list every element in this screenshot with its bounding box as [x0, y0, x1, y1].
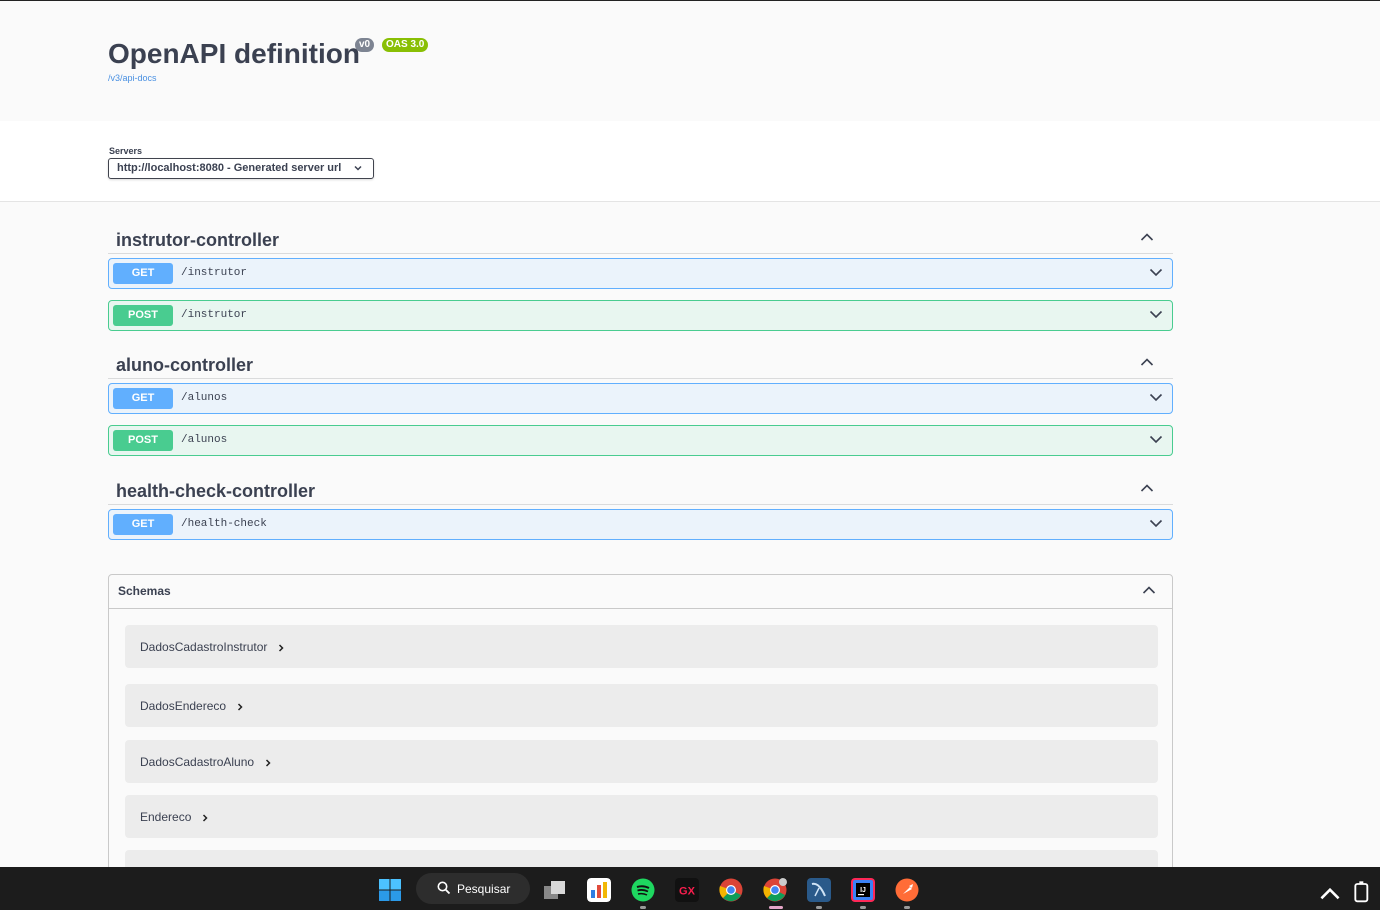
running-indicator [640, 906, 646, 909]
chevron-down-icon[interactable] [1149, 518, 1163, 528]
tag-health-check-controller[interactable]: health-check-controller [108, 471, 1173, 505]
schemas-title: Schemas [118, 584, 171, 598]
running-indicator [816, 906, 822, 909]
method-badge: GET [113, 388, 173, 409]
operation-path: /instrutor [181, 267, 248, 279]
operation-post-alunos[interactable]: POST /alunos [108, 425, 1173, 456]
chevron-right-icon [279, 644, 284, 652]
taskbar-search-label: Pesquisar [457, 882, 511, 896]
chevron-up-icon[interactable] [1142, 585, 1156, 595]
api-info-header: OpenAPI definition v0 OAS 3.0 /v3/api-do… [0, 1, 1380, 121]
operation-path: /health-check [181, 518, 267, 530]
task-view-icon[interactable] [543, 878, 567, 902]
page-title: OpenAPI definition [108, 38, 360, 69]
schema-model[interactable]: DadosEndereco [125, 684, 1158, 727]
chevron-right-icon [238, 703, 243, 711]
opera-gx-icon[interactable]: GX [675, 878, 699, 902]
method-badge: POST [113, 305, 173, 326]
chevron-down-icon [354, 165, 362, 171]
operation-post-instrutor[interactable]: POST /instrutor [108, 300, 1173, 331]
chevron-right-icon [203, 814, 208, 822]
schema-model-name: DadosCadastroInstrutor [140, 640, 285, 654]
method-badge: POST [113, 430, 173, 451]
chevron-right-icon [266, 759, 271, 767]
tag-aluno-controller[interactable]: aluno-controller [108, 345, 1173, 379]
chevron-down-icon[interactable] [1149, 392, 1163, 402]
schema-model-label: DadosCadastroAluno [140, 755, 255, 769]
schema-model[interactable]: DadosCadastroAluno [125, 740, 1158, 783]
running-indicator [904, 906, 910, 909]
schemas-section: Schemas DadosCadastroInstrutor DadosEnde… [108, 574, 1173, 893]
tag-name: aluno-controller [116, 355, 254, 375]
operation-path: /instrutor [181, 309, 248, 321]
servers-select[interactable]: http://localhost:8080 - Generated server… [108, 158, 374, 179]
chevron-up-icon[interactable] [1140, 357, 1154, 367]
windows-start-icon[interactable] [378, 878, 402, 902]
battery-icon[interactable] [1350, 880, 1374, 904]
spotify-icon[interactable] [631, 878, 655, 902]
chevron-up-icon[interactable] [1140, 232, 1154, 242]
api-docs-link[interactable]: /v3/api-docs [108, 73, 157, 83]
operation-get-alunos[interactable]: GET /alunos [108, 383, 1173, 414]
schema-model[interactable]: DadosCadastroInstrutor [125, 625, 1158, 668]
servers-section: Servers http://localhost:8080 - Generate… [0, 121, 1380, 202]
chrome-icon[interactable] [719, 878, 743, 902]
servers-label: Servers [109, 146, 143, 156]
operation-path: /alunos [181, 434, 228, 446]
mysql-workbench-icon[interactable] [807, 878, 831, 902]
postman-icon[interactable] [895, 878, 919, 902]
schema-model-name: Endereco [140, 810, 209, 824]
chevron-down-icon[interactable] [1149, 309, 1163, 319]
chevron-down-icon[interactable] [1149, 434, 1163, 444]
schema-model-name: DadosCadastroAluno [140, 755, 272, 769]
operation-get-health-check[interactable]: GET /health-check [108, 509, 1173, 540]
tag-name: health-check-controller [116, 481, 316, 501]
operation-get-instrutor[interactable]: GET /instrutor [108, 258, 1173, 289]
schema-model-label: Endereco [140, 810, 192, 824]
schema-model-label: DadosEndereco [140, 699, 227, 713]
tag-instrutor-controller[interactable]: instrutor-controller [108, 220, 1173, 254]
schema-model-label: DadosCadastroInstrutor [140, 640, 268, 654]
chevron-down-icon[interactable] [1149, 267, 1163, 277]
method-badge: GET [113, 263, 173, 284]
running-indicator [860, 906, 866, 909]
schema-model-name: DadosEndereco [140, 699, 244, 713]
tag-name: instrutor-controller [116, 230, 280, 250]
charts-app-icon[interactable] [587, 878, 611, 902]
search-icon [437, 881, 451, 895]
servers-selected-value: http://localhost:8080 - Generated server… [117, 162, 342, 174]
oas-badge: OAS 3.0 [382, 38, 429, 52]
chevron-up-icon[interactable] [1318, 882, 1342, 906]
operation-path: /alunos [181, 392, 228, 404]
intellij-icon[interactable]: IJ [851, 878, 875, 902]
schemas-header[interactable]: Schemas [109, 575, 1172, 609]
active-indicator [769, 906, 783, 909]
svg-text:IJ: IJ [860, 887, 866, 894]
svg-text:GX: GX [679, 886, 696, 898]
version-badge: v0 [355, 38, 375, 52]
taskbar-search[interactable]: Pesquisar [416, 873, 530, 904]
chrome-profile-icon[interactable] [763, 878, 787, 902]
taskbar: Pesquisar GX IJ [0, 867, 1380, 910]
method-badge: GET [113, 514, 173, 535]
chevron-up-icon[interactable] [1140, 483, 1154, 493]
schema-model[interactable]: Endereco [125, 795, 1158, 838]
